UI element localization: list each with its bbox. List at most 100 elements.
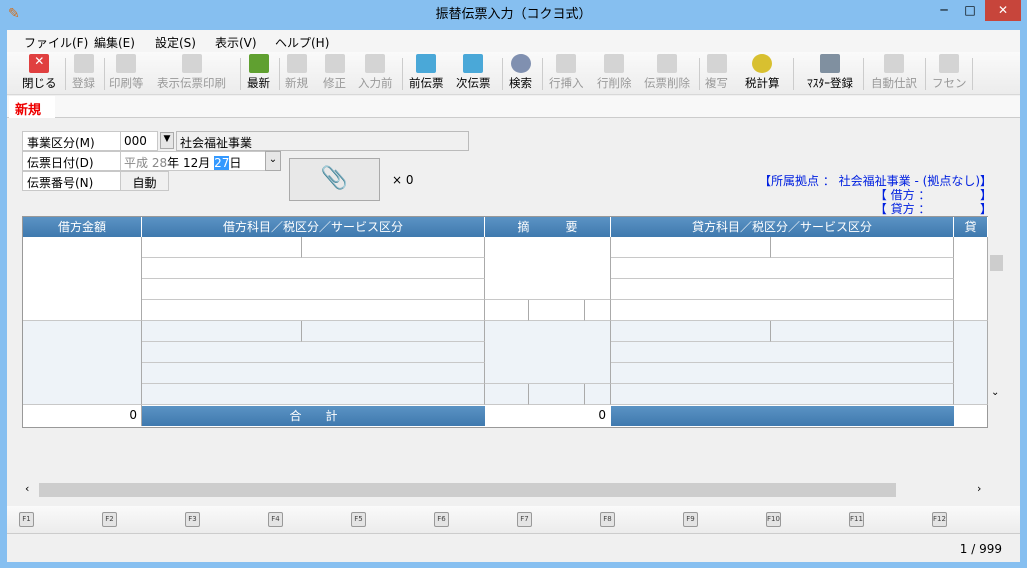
summary-sub-cell[interactable] (585, 300, 611, 321)
summary-sub-cell[interactable] (485, 300, 529, 321)
function-key-f6[interactable]: F6 (434, 512, 449, 527)
credit-account-code-cell[interactable] (611, 321, 771, 342)
debit-account-name-cell[interactable] (302, 321, 485, 342)
scroll-left-icon[interactable]: ‹ (25, 482, 29, 495)
minimize-button[interactable]: ─ (931, 0, 957, 21)
summary-sub-cell[interactable] (485, 384, 529, 405)
credit-account-name-cell[interactable] (771, 321, 954, 342)
toolbar-button-19[interactable]: フセン (932, 54, 967, 94)
summary-cell[interactable] (485, 237, 611, 300)
master-icon (820, 54, 840, 73)
header-summary: 摘 要 (485, 217, 611, 237)
toolbar-button-11[interactable]: 検索 (509, 54, 532, 94)
row-insert-icon (556, 54, 576, 73)
summary-sub-cell[interactable] (529, 384, 585, 405)
copy-icon (707, 54, 727, 73)
function-key-f12[interactable]: F12 (932, 512, 947, 527)
credit-amount-cell[interactable] (954, 237, 988, 321)
vertical-scrollbar[interactable]: ⌄ (988, 237, 1005, 405)
close-window-button[interactable]: ✕ (985, 0, 1021, 21)
menu-settings[interactable]: 設定(S) (155, 34, 196, 51)
credit-account-cell[interactable] (611, 279, 954, 300)
credit-total: 0 (491, 405, 610, 426)
toolbar-button-label: 印刷等 (109, 75, 144, 91)
chevron-down-icon: ▼ (164, 134, 171, 144)
date-input[interactable]: 平成 28年 12月 27日 (120, 151, 266, 171)
debit-account-cell[interactable] (142, 279, 485, 300)
function-key-f4[interactable]: F4 (268, 512, 283, 527)
debit-account-code-cell[interactable] (142, 321, 302, 342)
function-key-f2[interactable]: F2 (102, 512, 117, 527)
horizontal-scrollbar[interactable]: ‹ › (22, 482, 988, 498)
function-key-f3[interactable]: F3 (185, 512, 200, 527)
menu-view[interactable]: 表示(V) (215, 34, 257, 51)
attachment-count: × 0 (392, 173, 414, 187)
function-key-f5[interactable]: F5 (351, 512, 366, 527)
credit-account-name-cell[interactable] (771, 237, 954, 258)
attachment-button[interactable]: 📎 (289, 158, 380, 201)
division-code-input[interactable]: 000 (120, 131, 158, 151)
credit-amount-cell[interactable] (954, 321, 988, 405)
function-key-f1[interactable]: F1 (19, 512, 34, 527)
credit-account-cell[interactable] (611, 300, 954, 321)
function-key-f10[interactable]: F10 (766, 512, 781, 527)
date-dropdown-button[interactable]: ⌄ (265, 151, 281, 171)
debit-account-name-cell[interactable] (302, 237, 485, 258)
register-icon (74, 54, 94, 73)
toolbar-button-2[interactable]: 登録 (72, 54, 95, 94)
number-auto-button[interactable]: 自動 (120, 171, 169, 191)
debit-amount-cell[interactable] (23, 237, 142, 321)
toolbar-button-1[interactable]: ✕閉じる (22, 54, 57, 94)
debit-account-cell[interactable] (142, 384, 485, 405)
toolbar-button-15[interactable]: 複写 (705, 54, 728, 94)
toolbar-button-label: 表示伝票印刷 (157, 75, 226, 91)
credit-account-cell[interactable] (611, 258, 954, 279)
toolbar-button-14[interactable]: 伝票削除 (644, 54, 690, 94)
horizontal-scroll-thumb[interactable] (39, 483, 896, 497)
toolbar-button-9[interactable]: 前伝票 (409, 54, 444, 94)
toolbar-button-13[interactable]: 行削除 (597, 54, 632, 94)
debit-account-cell[interactable] (142, 342, 485, 363)
toolbar-button-label: 登録 (72, 75, 95, 91)
toolbar-button-4[interactable]: 表示伝票印刷 (157, 54, 226, 94)
toolbar-button-16[interactable]: 税計算 (745, 54, 780, 94)
toolbar-button-label: 自動仕訳 (871, 75, 917, 91)
credit-account-cell[interactable] (611, 384, 954, 405)
tab-new[interactable]: 新規 (9, 96, 55, 118)
vertical-scroll-thumb[interactable] (990, 255, 1003, 271)
debit-account-code-cell[interactable] (142, 237, 302, 258)
maximize-button[interactable]: □ (957, 0, 983, 21)
division-dropdown-button[interactable]: ▼ (160, 132, 174, 149)
toolbar-button-6[interactable]: 新規 (285, 54, 308, 94)
credit-account-code-cell[interactable] (611, 237, 771, 258)
function-key-f8[interactable]: F8 (600, 512, 615, 527)
toolbar-button-8[interactable]: 入力前 (358, 54, 393, 94)
toolbar-button-7[interactable]: 修正 (323, 54, 346, 94)
toolbar-button-label: 新規 (285, 75, 308, 91)
credit-account-cell[interactable] (611, 342, 954, 363)
scroll-right-icon[interactable]: › (977, 482, 981, 495)
function-key-f11[interactable]: F11 (849, 512, 864, 527)
toolbar-button-17[interactable]: ﾏｽﾀｰ登録 (807, 54, 853, 94)
function-key-f7[interactable]: F7 (517, 512, 532, 527)
debit-amount-cell[interactable] (23, 321, 142, 405)
debit-account-cell[interactable] (142, 258, 485, 279)
function-key-f9[interactable]: F9 (683, 512, 698, 527)
summary-sub-cell[interactable] (585, 384, 611, 405)
credit-account-cell[interactable] (611, 363, 954, 384)
debit-account-cell[interactable] (142, 300, 485, 321)
summary-cell[interactable] (485, 321, 611, 384)
tax-coin-icon (752, 54, 772, 73)
toolbar-button-5[interactable]: 最新 (247, 54, 270, 94)
scroll-down-icon[interactable]: ⌄ (991, 387, 999, 398)
credit-info: 【 貸方 ： 】 (875, 200, 992, 217)
debit-account-cell[interactable] (142, 363, 485, 384)
summary-sub-cell[interactable] (529, 300, 585, 321)
menu-help[interactable]: ヘルプ(H) (275, 34, 329, 51)
toolbar-button-12[interactable]: 行挿入 (549, 54, 584, 94)
toolbar-button-3[interactable]: 印刷等 (109, 54, 144, 94)
toolbar-button-10[interactable]: 次伝票 (456, 54, 491, 94)
menu-file[interactable]: ファイル(F) (24, 34, 88, 51)
toolbar-button-18[interactable]: 自動仕訳 (871, 54, 917, 94)
menu-edit[interactable]: 編集(E) (94, 34, 135, 51)
